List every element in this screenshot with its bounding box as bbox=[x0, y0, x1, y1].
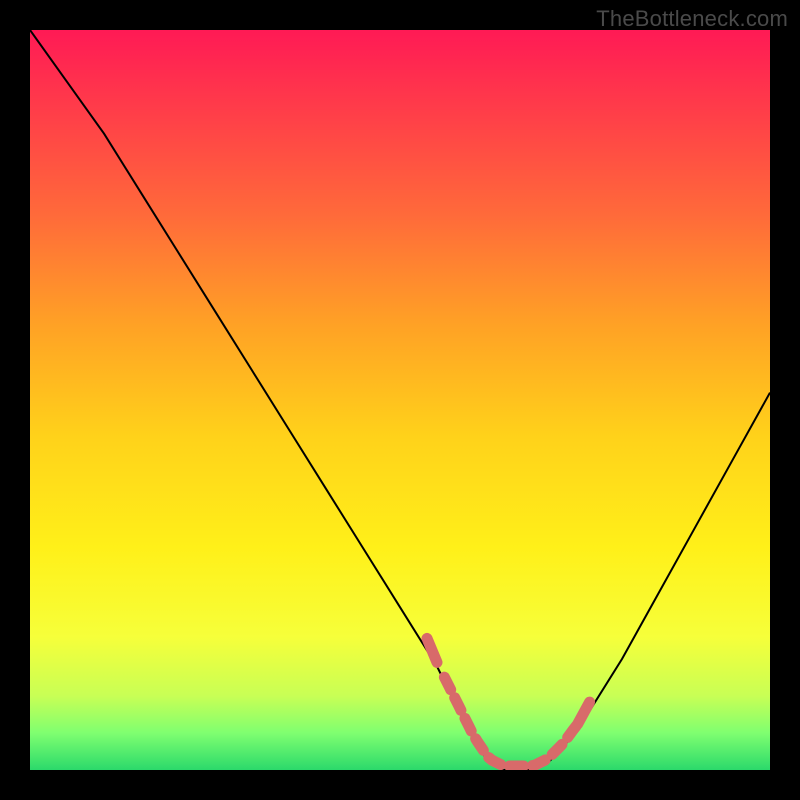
watermark-text: TheBottleneck.com bbox=[596, 6, 788, 32]
chart-plot bbox=[30, 30, 770, 770]
chart-canvas: TheBottleneck.com bbox=[0, 0, 800, 800]
gradient-background bbox=[30, 30, 770, 770]
